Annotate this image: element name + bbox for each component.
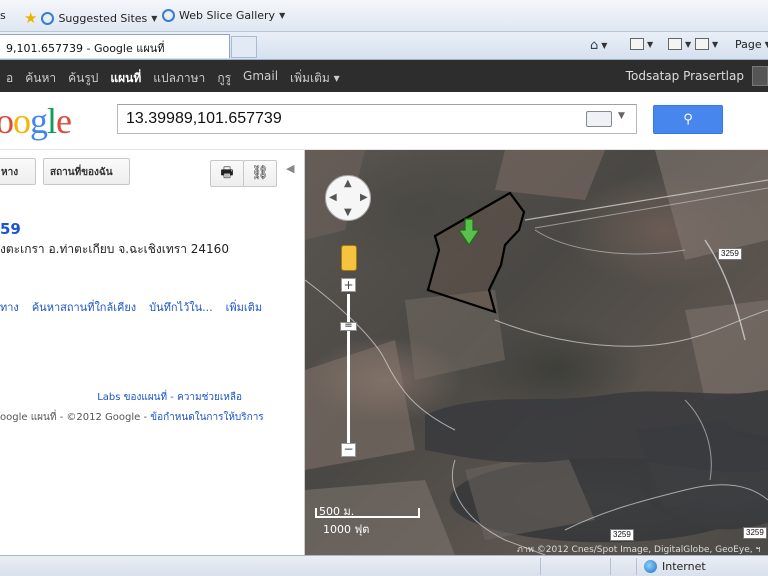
gbar-link[interactable]: เพิ่มเติม ▾	[284, 69, 346, 88]
action-search-nearby[interactable]: ค้นหาสถานที่ใกล้เคียง	[32, 298, 136, 316]
favorites-star-icon: ★	[24, 9, 38, 27]
zoom-in-button[interactable]: +	[341, 278, 356, 292]
printer-icon: 🖶	[220, 165, 234, 181]
terms-link[interactable]: ข้อกำหนดในการให้บริการ	[150, 412, 263, 423]
map-canvas[interactable]: ▲ ◀ ▶ ▼ + = − 500 ม. 1000 ฟุต 3259 3259 …	[305, 150, 768, 555]
user-name[interactable]: Todsatap Prasertlap	[626, 69, 744, 83]
directions-button[interactable]: หาง	[0, 158, 36, 185]
zoom-slider-track[interactable]	[347, 294, 350, 444]
result-title[interactable]: 59	[0, 220, 21, 238]
pan-up-icon[interactable]: ▲	[344, 178, 352, 189]
location-marker-icon[interactable]	[457, 218, 481, 246]
tab-row: 9,101.657739 - Google แผนที่ ⌂ ▼ ▼ ▼ ▼ P…	[0, 32, 768, 60]
search-button[interactable]: ⚲	[653, 105, 723, 134]
google-bar: อค้นหา ค้นรูป แผนที่ แปลภาษา กูรู Gmail เพิ่มเ…	[0, 60, 768, 92]
zoom-out-button[interactable]: −	[341, 443, 356, 457]
link-button[interactable]: ⛓	[243, 160, 277, 187]
satellite-terrain	[305, 150, 768, 555]
print-button[interactable]: ▼	[695, 38, 718, 50]
pan-down-icon[interactable]: ▼	[344, 207, 352, 218]
search-area: oogle ▼ ⚲	[0, 92, 768, 150]
suggested-sites-link[interactable]: ★ Suggested Sites ▼	[24, 9, 157, 27]
scale-imperial: 1000 ฟุต	[323, 523, 370, 536]
road-label: 3259	[610, 529, 634, 541]
favbar-fragment[interactable]: s	[0, 9, 6, 22]
chevron-down-icon: ▼	[712, 39, 719, 49]
chevron-down-icon: ▼	[279, 11, 286, 20]
gbar-link[interactable]: ค้นรูป	[62, 69, 104, 88]
chevron-down-icon: ▼	[685, 39, 692, 49]
result-address: งตะเกรา อ.ท่าตะเกียบ จ.ฉะเชิงเทรา 24160	[0, 242, 229, 256]
action-save-to[interactable]: บันทึกไว้ใน...	[149, 298, 213, 316]
gbar-link[interactable]: อ	[0, 69, 19, 88]
labs-help-links[interactable]: Labs ของแผนที่ - ความช่วยเหลือ	[0, 390, 242, 405]
rss-icon	[630, 38, 644, 50]
status-bar: Internet	[0, 555, 768, 576]
chevron-down-icon: ▼	[647, 39, 654, 49]
chevron-down-icon: ▼	[601, 41, 608, 50]
printer-icon	[695, 38, 709, 50]
mail-icon	[668, 38, 682, 50]
pan-control[interactable]: ▲ ◀ ▶ ▼	[325, 175, 371, 221]
feeds-button[interactable]: ▼	[630, 38, 653, 50]
gbar-link[interactable]: แปลภาษา	[147, 69, 211, 88]
chevron-down-icon: ▼	[764, 40, 768, 49]
globe-icon	[644, 560, 657, 573]
my-places-button[interactable]: สถานที่ของฉัน	[43, 158, 130, 185]
gear-icon[interactable]	[752, 66, 768, 86]
pan-left-icon[interactable]: ◀	[329, 192, 337, 203]
collapse-panel-icon[interactable]: ◀	[286, 162, 294, 175]
search-box: ▼	[117, 104, 637, 134]
link-icon: ⛓	[251, 165, 269, 181]
favorites-bar: s ★ Suggested Sites ▼ Web Slice Gallery …	[0, 0, 768, 32]
pegman-icon[interactable]	[341, 245, 357, 271]
mail-button[interactable]: ▼	[668, 38, 691, 50]
web-slice-gallery-link[interactable]: Web Slice Gallery ▼	[162, 9, 285, 22]
footer-copyright: oogle แผนที่ - ©2012 Google - ข้อกำหนดใน…	[0, 412, 264, 423]
gbar-link[interactable]: แผนที่	[104, 69, 147, 88]
gbar-link[interactable]: ค้นหา	[19, 69, 62, 88]
ie-page-icon	[162, 9, 175, 22]
gbar-link[interactable]: Gmail	[237, 69, 284, 88]
action-more[interactable]: เพิ่มเติม	[226, 298, 262, 316]
left-panel: หาง สถานที่ของฉัน 🖶 ⛓ ◀ 59 งตะเกรา อ.ท่า…	[0, 150, 305, 555]
search-input[interactable]	[118, 105, 578, 133]
map-scale: 500 ม. 1000 ฟุต	[315, 502, 425, 536]
zoom-slider-thumb[interactable]: =	[340, 321, 357, 331]
ie-page-icon	[41, 11, 55, 25]
keyboard-icon[interactable]	[586, 111, 612, 127]
security-zone[interactable]: Internet	[644, 560, 706, 573]
chevron-down-icon: ▼	[151, 13, 158, 23]
road-label: 3259	[718, 248, 742, 260]
road-label: 3259	[743, 527, 767, 539]
home-button[interactable]: ⌂ ▼	[590, 38, 607, 53]
search-icon: ⚲	[683, 112, 693, 127]
print-map-button[interactable]: 🖶	[210, 160, 244, 187]
action-directions[interactable]: ทาง	[0, 298, 19, 316]
gbar-link[interactable]: กูรู	[211, 69, 237, 88]
gbar-links: อค้นหา ค้นรูป แผนที่ แปลภาษา กูรู Gmail เพิ่มเ…	[0, 69, 346, 88]
home-icon: ⌂	[590, 38, 599, 53]
tab-active[interactable]: 9,101.657739 - Google แผนที่	[0, 34, 230, 58]
google-logo[interactable]: oogle	[0, 100, 72, 142]
pan-right-icon[interactable]: ▶	[360, 192, 368, 203]
new-tab-button[interactable]	[231, 36, 257, 58]
imagery-copyright: ภาพ ©2012 Cnes/Spot Image, DigitalGlobe,…	[517, 545, 761, 555]
page-menu[interactable]: Page ▼	[735, 38, 768, 51]
result-actions: ทาง ค้นหาสถานที่ใกล้เคียง บันทึกไว้ใน...…	[0, 298, 275, 316]
chevron-down-icon[interactable]: ▼	[618, 111, 625, 121]
